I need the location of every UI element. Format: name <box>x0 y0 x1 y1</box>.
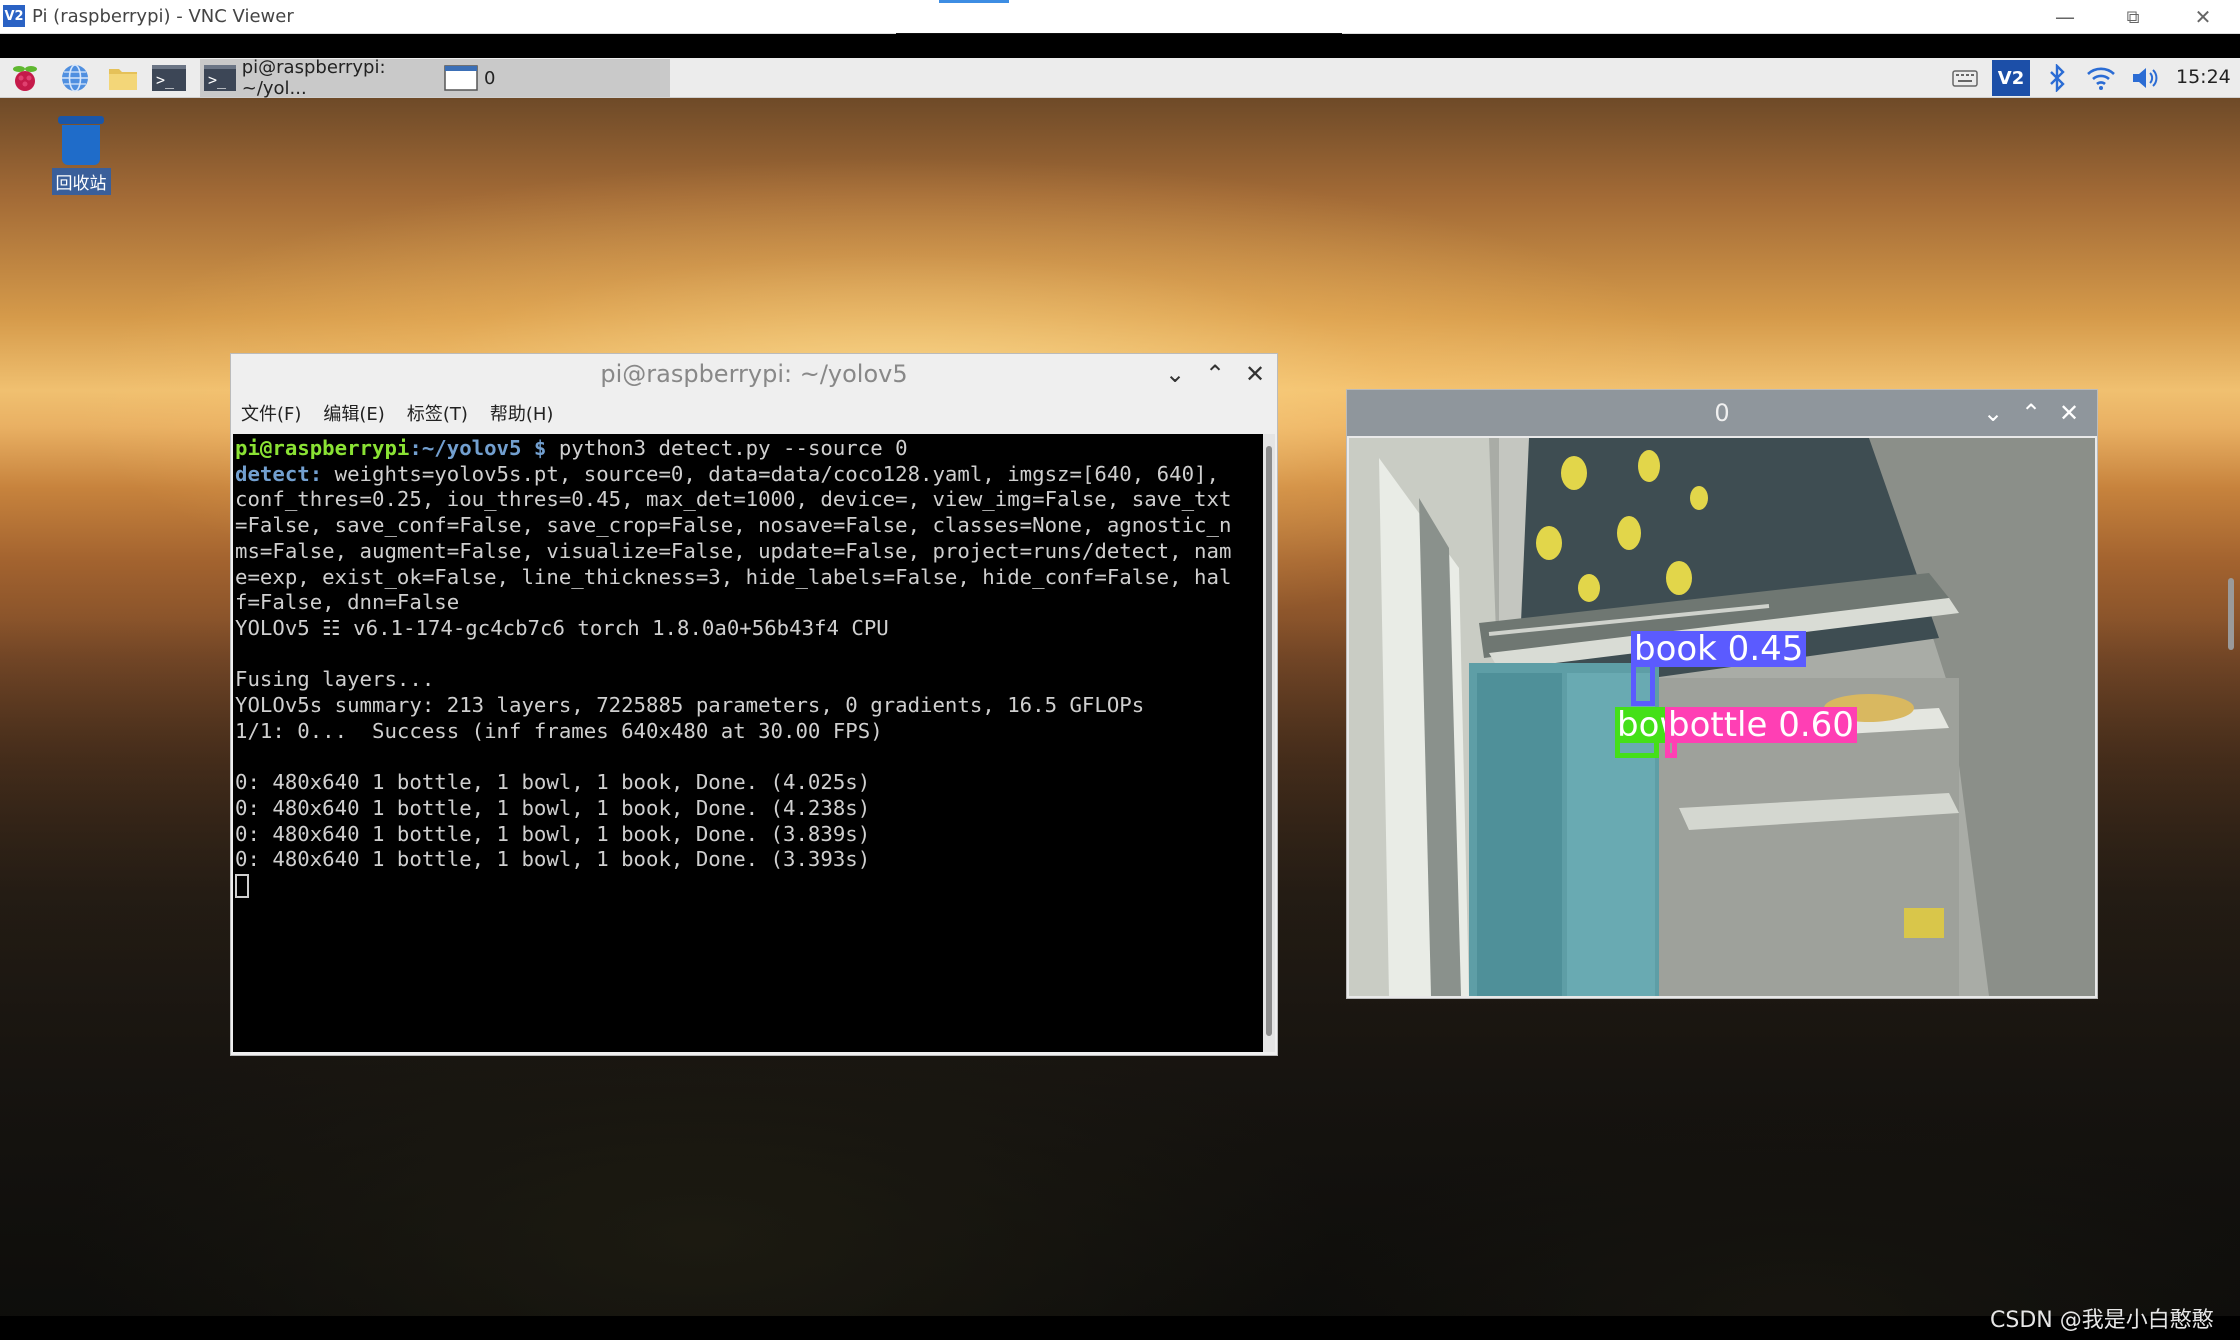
menu-tabs[interactable]: 标签(T) <box>407 400 468 426</box>
detect-args: weights=yolov5s.pt, source=0, data=data/… <box>322 461 1219 486</box>
terminal-line: 0: 480x640 1 bottle, 1 bowl, 1 book, Don… <box>235 770 871 795</box>
vnc-toolbar-accent <box>939 0 1009 3</box>
terminal-maximize-button[interactable]: ⌃ <box>1199 360 1231 388</box>
terminal-minimize-button[interactable]: ⌄ <box>1159 360 1191 388</box>
terminal-line: YOLOv5s summary: 213 layers, 7225885 par… <box>235 693 1145 718</box>
terminal-window: pi@raspberrypi: ~/yolov5 ⌄ ⌃ ✕ 文件(F) 编辑(… <box>230 353 1278 1056</box>
terminal-line: ​ <box>235 642 1261 668</box>
terminal-output[interactable]: pi@raspberrypi:~/yolov5 $ python3 detect… <box>233 434 1263 1052</box>
terminal-line: YOLOv5 ☷ v6.1-174-gc4cb7c6 torch 1.8.0a0… <box>235 615 889 640</box>
camera-frame: book 0.45 bowl bottle 0.60 <box>1349 438 2095 996</box>
terminal-title: pi@raspberrypi: ~/yolov5 <box>600 360 908 388</box>
terminal-line: 1/1: 0... Success (inf frames 640x480 at… <box>235 718 883 743</box>
task-camera-window[interactable]: 0 <box>440 59 670 97</box>
vnc-toolbar-handle[interactable] <box>896 0 1342 36</box>
menu-file[interactable]: 文件(F) <box>241 400 301 426</box>
terminal-icon: >_ <box>204 65 236 91</box>
terminal-line: 0: 480x640 1 bottle, 1 bowl, 1 book, Don… <box>235 795 871 820</box>
task-terminal[interactable]: >_ pi@raspberrypi: ~/yol... <box>200 57 440 99</box>
keyboard-icon[interactable] <box>1948 62 1982 94</box>
detection-label-book: book 0.45 <box>1631 631 1807 667</box>
task-terminal-label: pi@raspberrypi: ~/yol... <box>241 57 386 99</box>
desktop-trash-shortcut[interactable]: 回收站 <box>48 116 114 195</box>
bluetooth-icon[interactable] <box>2040 62 2074 94</box>
terminal-line: ms=False, augment=False, visualize=False… <box>235 538 1232 563</box>
terminal-line: e=exp, exist_ok=False, line_thickness=3,… <box>235 564 1232 589</box>
camera-minimize-button[interactable]: ⌄ <box>1977 399 2009 427</box>
trash-icon <box>56 116 106 166</box>
watermark: CSDN @我是小白憨憨 <box>1990 1308 2214 1333</box>
camera-maximize-button[interactable]: ⌃ <box>2015 399 2047 427</box>
vnc-letterbox-bar <box>0 34 2240 58</box>
terminal-scroll-thumb[interactable] <box>1266 446 1272 1036</box>
task-camera-label: 0 <box>484 67 496 89</box>
prompt-path: :~/yolov5 $ <box>409 436 547 460</box>
globe-icon[interactable] <box>58 62 92 94</box>
terminal-launcher-icon[interactable]: >_ <box>152 62 186 94</box>
vnc-restore-button[interactable]: ⧉ <box>2108 0 2158 34</box>
menu-edit[interactable]: 编辑(E) <box>323 400 384 426</box>
window-icon <box>444 65 478 91</box>
menu-help[interactable]: 帮助(H) <box>490 400 554 426</box>
terminal-line: 0: 480x640 1 bottle, 1 bowl, 1 book, Don… <box>235 847 871 872</box>
camera-window: 0 ⌄ ⌃ ✕ book 0.45 bo bottle 0.60 <box>1346 389 2098 999</box>
prompt-user: pi@raspberrypi <box>235 436 410 460</box>
taskbar: >_ >_ pi@raspberrypi: ~/yol... 0 V2 <box>0 57 2240 99</box>
terminal-line: conf_thres=0.25, iou_thres=0.45, max_det… <box>235 487 1232 512</box>
terminal-menubar: 文件(F) 编辑(E) 标签(T) 帮助(H) <box>241 400 553 426</box>
detection-label-bottle: bottle 0.60 <box>1665 707 1857 743</box>
camera-close-button[interactable]: ✕ <box>2053 399 2085 427</box>
terminal-scrollbar[interactable] <box>1263 434 1275 1052</box>
terminal-prompt-line: pi@raspberrypi:~/yolov5 $ python3 detect… <box>235 436 1261 462</box>
camera-title-bar: 0 ⌄ ⌃ ✕ <box>1347 390 2097 436</box>
terminal-close-button[interactable]: ✕ <box>1239 360 1271 388</box>
terminal-icon: >_ <box>152 65 186 91</box>
detect-key: detect: <box>235 461 323 486</box>
terminal-line: =False, save_conf=False, save_crop=False… <box>235 513 1232 538</box>
folder-icon[interactable] <box>106 62 140 94</box>
terminal-line: Fusing layers... <box>235 667 435 692</box>
raspberry-menu-icon[interactable] <box>8 62 42 94</box>
volume-icon[interactable] <box>2128 62 2162 94</box>
desktop-edge-handle <box>2228 578 2234 650</box>
terminal-line: ​ <box>235 744 1261 770</box>
terminal-line: f=False, dnn=False <box>235 590 460 615</box>
wifi-icon[interactable] <box>2084 62 2118 94</box>
prompt-command: python3 detect.py --source 0 <box>546 436 908 460</box>
taskbar-clock: 15:24 <box>2176 66 2231 88</box>
vnc-close-button[interactable]: ✕ <box>2178 0 2228 34</box>
camera-window-title: 0 <box>1714 399 1730 427</box>
terminal-cursor <box>235 873 249 898</box>
terminal-line: 0: 480x640 1 bottle, 1 bowl, 1 book, Don… <box>235 821 871 846</box>
vnc-logo-icon: V2 <box>3 5 25 27</box>
trash-label: 回收站 <box>51 168 111 195</box>
vnc-minimize-button[interactable]: — <box>2040 0 2090 34</box>
vnc-window-title: Pi (raspberrypi) - VNC Viewer <box>32 6 294 27</box>
vnc-icon[interactable]: V2 <box>1992 60 2030 96</box>
terminal-detect-line: detect: weights=yolov5s.pt, source=0, da… <box>235 462 1261 488</box>
detection-label-bowl: bowl <box>1615 707 1665 743</box>
terminal-cursor-line <box>235 873 1261 899</box>
